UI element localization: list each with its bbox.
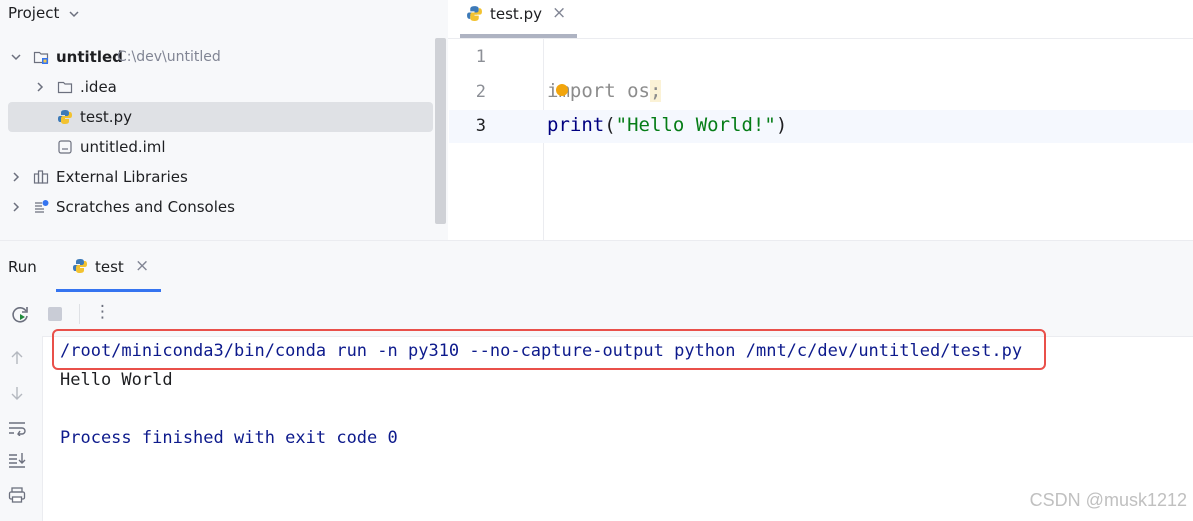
project-panel: Project untitled C:\dev\untitled .idea t… bbox=[0, 0, 448, 240]
tree-item-label: .idea bbox=[80, 78, 117, 96]
file-icon bbox=[58, 140, 72, 154]
line-number: 1 bbox=[475, 47, 486, 67]
tree-item-external-libraries[interactable]: External Libraries bbox=[0, 162, 440, 192]
editor-tab-test-py[interactable]: test.py × bbox=[460, 0, 577, 38]
scratches-icon bbox=[35, 200, 49, 213]
active-tab-indicator bbox=[460, 34, 577, 38]
project-header[interactable]: Project bbox=[8, 4, 80, 22]
close-icon[interactable]: × bbox=[552, 3, 566, 23]
arrow-down-icon[interactable] bbox=[9, 385, 25, 401]
tree-item-label: untitled.iml bbox=[80, 138, 166, 156]
tree-item-label: Scratches and Consoles bbox=[56, 198, 235, 216]
run-title: Run bbox=[8, 258, 37, 276]
close-icon[interactable]: × bbox=[135, 256, 149, 276]
root-folder-name: untitled bbox=[56, 48, 123, 66]
console-exit-line: Process finished with exit code 0 bbox=[60, 428, 398, 448]
tree-item-test-py[interactable]: test.py bbox=[8, 102, 433, 132]
tree-item-idea[interactable]: .idea bbox=[0, 72, 440, 102]
more-options-icon[interactable]: ⋮ bbox=[94, 302, 111, 322]
watermark: CSDN @musk1212 bbox=[1029, 490, 1187, 510]
python-file-icon bbox=[73, 259, 87, 273]
code-line-3[interactable]: print("Hello World!") bbox=[547, 114, 787, 136]
tree-item-label: test.py bbox=[80, 108, 132, 126]
run-tab-label: test bbox=[95, 258, 124, 276]
stop-icon[interactable] bbox=[48, 307, 62, 321]
intention-bulb-icon[interactable] bbox=[556, 84, 568, 96]
module-name: os bbox=[615, 80, 650, 102]
toolbar-separator bbox=[79, 304, 80, 324]
python-file-icon bbox=[58, 110, 72, 124]
run-side-toolbar bbox=[0, 336, 43, 521]
line-number: 3 bbox=[475, 116, 486, 136]
chevron-down-icon[interactable] bbox=[8, 49, 24, 65]
tree-item-scratches[interactable]: Scratches and Consoles bbox=[0, 192, 440, 222]
annotation-highlight-box bbox=[52, 329, 1046, 370]
semicolon-warning: ; bbox=[649, 80, 662, 102]
module-folder-icon bbox=[33, 51, 49, 64]
print-icon[interactable] bbox=[8, 486, 26, 504]
root-folder-path: C:\dev\untitled bbox=[117, 49, 221, 65]
tree-item-root[interactable]: untitled C:\dev\untitled bbox=[0, 42, 440, 72]
chevron-down-icon bbox=[69, 10, 79, 17]
paren-close: ) bbox=[775, 114, 788, 136]
line-number: 2 bbox=[475, 82, 486, 102]
scroll-to-end-icon[interactable] bbox=[8, 452, 26, 468]
library-icon bbox=[33, 170, 49, 184]
chevron-right-icon[interactable] bbox=[8, 199, 24, 215]
soft-wrap-icon[interactable] bbox=[8, 420, 26, 436]
arrow-up-icon[interactable] bbox=[9, 350, 25, 366]
string-literal: "Hello World!" bbox=[615, 114, 776, 136]
python-file-icon bbox=[467, 6, 482, 21]
run-tab-test[interactable]: test × bbox=[56, 241, 161, 293]
rerun-icon[interactable] bbox=[11, 305, 31, 325]
chevron-right-icon[interactable] bbox=[32, 79, 48, 95]
tree-item-untitled-iml[interactable]: untitled.iml bbox=[0, 132, 440, 162]
function-print: print bbox=[547, 114, 605, 136]
paren-open: ( bbox=[604, 114, 616, 136]
tree-item-label: External Libraries bbox=[56, 168, 188, 186]
editor-tab-label: test.py bbox=[490, 5, 542, 23]
project-title: Project bbox=[8, 4, 60, 22]
project-scrollbar[interactable] bbox=[435, 38, 446, 224]
chevron-right-icon[interactable] bbox=[8, 169, 24, 185]
editor-tab-bar: test.py × bbox=[448, 0, 1193, 39]
folder-icon bbox=[57, 81, 73, 94]
run-tool-header: Run test × bbox=[0, 240, 1193, 293]
console-stdout-line: Hello World bbox=[60, 370, 173, 390]
